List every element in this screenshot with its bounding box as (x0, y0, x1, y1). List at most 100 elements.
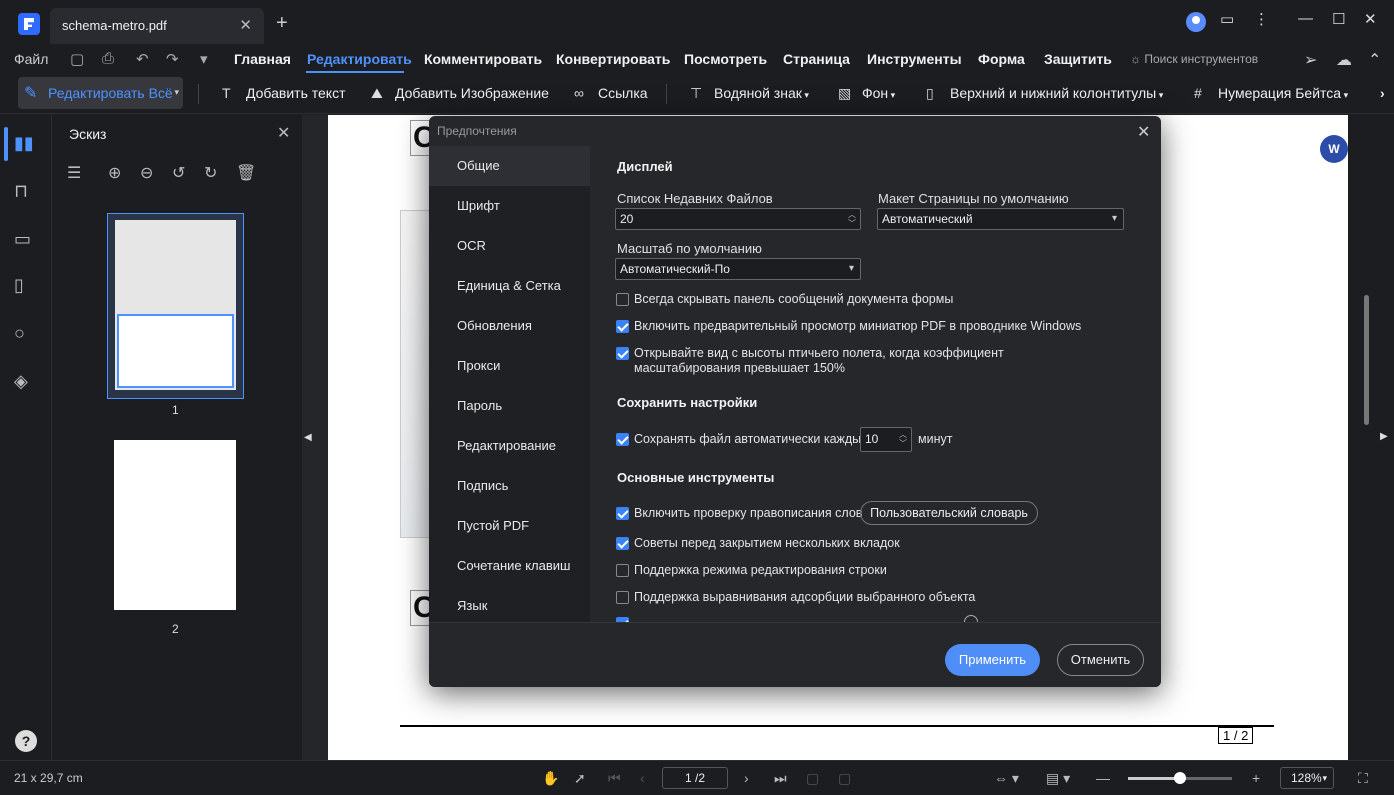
close-panel-icon[interactable]: ✕ (277, 123, 290, 143)
nav-font[interactable]: Шрифт (429, 186, 590, 226)
zoom-slider[interactable] (1128, 772, 1232, 784)
dialog-close-icon[interactable]: ✕ (1137, 122, 1150, 142)
page-number-input[interactable]: 1 /2 (662, 767, 728, 789)
menu-edit[interactable]: Редактировать (307, 51, 412, 67)
snap-align-checkbox[interactable] (616, 591, 629, 604)
layers-icon[interactable]: ◈ (14, 371, 28, 392)
menu-convert[interactable]: Конвертировать (556, 51, 670, 67)
thumbnails-icon[interactable]: ▮▮ (14, 133, 34, 154)
maximize-button[interactable]: ☐ (1332, 10, 1345, 28)
link-button[interactable]: ∞ Ссылка (574, 85, 648, 101)
fullscreen-icon[interactable]: ⛶ (1358, 770, 1368, 787)
search-icon[interactable]: ○ (14, 323, 25, 344)
cancel-button[interactable]: Отменить (1057, 644, 1144, 676)
previous-page-icon[interactable]: ‹ (640, 770, 645, 786)
spellcheck-checkbox[interactable] (616, 507, 629, 520)
collapse-panel-arrow-icon[interactable]: ◀ (304, 432, 312, 443)
thumbnail-options-icon[interactable]: ☰ (67, 163, 81, 183)
hand-tool-icon[interactable]: ✋ (542, 770, 559, 787)
send-icon[interactable]: ➢ (1304, 50, 1317, 70)
menu-comment[interactable]: Комментировать (424, 51, 542, 67)
select-tool-icon[interactable]: ➚ (574, 770, 586, 787)
autosave-checkbox[interactable] (616, 433, 629, 446)
scrollbar-thumb[interactable] (1364, 295, 1369, 425)
nav-proxy[interactable]: Прокси (429, 346, 590, 386)
undo-icon[interactable]: ↶ (136, 50, 149, 68)
zoom-out-button[interactable]: — (1096, 770, 1110, 786)
fit-width-icon[interactable]: ⇔ ▾ (994, 770, 1019, 787)
add-text-button[interactable]: T Добавить текст (222, 85, 346, 101)
page-display-icon[interactable]: ▤ ▾ (1046, 770, 1070, 787)
nav-general[interactable]: Общие (429, 146, 590, 186)
message-icon[interactable]: ▭ (1220, 10, 1234, 28)
convert-to-word-icon[interactable]: W (1320, 135, 1348, 163)
first-page-icon[interactable]: ⏮ (608, 770, 621, 787)
nav-language[interactable]: Язык (429, 586, 590, 626)
tab-close-icon[interactable]: ✕ (239, 16, 252, 34)
close-tabs-tips-checkbox[interactable] (616, 537, 629, 550)
default-zoom-select[interactable]: Автоматический-По ▾ (615, 258, 861, 280)
attachment-icon[interactable]: ▯ (14, 275, 24, 296)
rotate-right-icon[interactable]: ↻ (204, 163, 217, 183)
stepper-arrows-icon[interactable]: ︿ ﹀ (899, 430, 907, 448)
nav-editing[interactable]: Редактирование (429, 426, 590, 466)
zoom-in-icon[interactable]: ⊕ (108, 163, 121, 183)
toolbar-more-icon[interactable]: › (1380, 85, 1385, 101)
zoom-level-select[interactable]: 128% ▾ (1280, 767, 1334, 789)
comment-icon[interactable]: ▭ (14, 229, 31, 250)
close-window-button[interactable]: ✕ (1364, 10, 1377, 28)
menu-page[interactable]: Страница (783, 51, 850, 67)
expand-right-panel-icon[interactable]: ▶ (1380, 431, 1388, 442)
add-image-button[interactable]: ⛰ Добавить Изображение (371, 85, 549, 102)
nav-units-grid[interactable]: Единица & Сетка (429, 266, 590, 306)
fit-page-icon[interactable]: ▢ (838, 770, 851, 787)
nav-ocr[interactable]: OCR (429, 226, 590, 266)
recent-files-stepper[interactable]: 20 ︿ ﹀ (615, 208, 861, 230)
page-layout-select[interactable]: Автоматический ▾ (877, 208, 1124, 230)
edit-all-button[interactable]: ✎ Редактировать Всё ▾ (18, 77, 183, 109)
last-page-icon[interactable]: ⏭ (774, 770, 787, 787)
upload-cloud-icon[interactable]: ☁ (1336, 50, 1352, 70)
zoom-out-icon[interactable]: ⊖ (140, 163, 153, 183)
user-avatar-icon[interactable] (1186, 12, 1206, 32)
help-icon[interactable]: ? (15, 730, 37, 752)
nav-password[interactable]: Пароль (429, 386, 590, 426)
menu-form[interactable]: Форма (978, 51, 1025, 67)
nav-signature[interactable]: Подпись (429, 466, 590, 506)
bates-numbering-button[interactable]: # Нумерация Бейтса ▾ (1194, 85, 1348, 101)
redo-icon[interactable]: ↷ (166, 50, 179, 68)
header-footer-button[interactable]: ▯ Верхний и нижний колонтитулы ▾ (926, 85, 1163, 102)
line-edit-checkbox[interactable] (616, 564, 629, 577)
birds-eye-view-checkbox[interactable] (616, 347, 629, 360)
next-page-icon[interactable]: › (744, 770, 749, 786)
delete-page-icon[interactable]: 🗑 (236, 163, 256, 183)
zoom-slider-knob[interactable] (1174, 772, 1186, 784)
menu-view[interactable]: Посмотреть (684, 51, 767, 67)
bookmark-icon[interactable]: ⊓ (14, 181, 28, 202)
save-icon[interactable]: ▢ (70, 50, 84, 68)
rotate-view-icon[interactable]: ▢ (806, 770, 819, 787)
apply-button[interactable]: Применить (945, 644, 1040, 676)
stepper-arrows-icon[interactable]: ︿ ﹀ (848, 210, 856, 228)
watermark-button[interactable]: ⊤ Водяной знак ▾ (690, 85, 809, 102)
collapse-ribbon-icon[interactable]: ⌃ (1368, 50, 1381, 70)
print-icon[interactable]: ⎙ (102, 50, 114, 67)
search-tools[interactable]: ☼ Поиск инструментов (1130, 52, 1258, 66)
menu-protect[interactable]: Защитить (1044, 51, 1112, 67)
nav-shortcuts[interactable]: Сочетание клавиш (429, 546, 590, 586)
zoom-in-button[interactable]: + (1252, 770, 1260, 786)
thumbnail-preview-checkbox[interactable] (616, 320, 629, 333)
info-icon[interactable] (964, 615, 978, 622)
nav-blank-pdf[interactable]: Пустой PDF (429, 506, 590, 546)
autosave-interval-stepper[interactable]: 10 ︿ ﹀ (860, 427, 912, 452)
menu-tools[interactable]: Инструменты (867, 51, 962, 67)
page-thumbnail-1[interactable] (107, 213, 244, 399)
menu-home[interactable]: Главная (234, 51, 291, 67)
custom-dictionary-button[interactable]: Пользовательский словарь (860, 501, 1038, 525)
rotate-left-icon[interactable]: ↺ (172, 163, 185, 183)
vertical-scrollbar[interactable]: ▶ (1348, 115, 1394, 760)
page-thumbnail-2[interactable] (114, 440, 236, 610)
more-menu-icon[interactable]: ⋮ (1254, 10, 1269, 28)
menu-file[interactable]: Файл (14, 51, 48, 67)
quick-access-dropdown-icon[interactable]: ▾ (200, 50, 208, 68)
